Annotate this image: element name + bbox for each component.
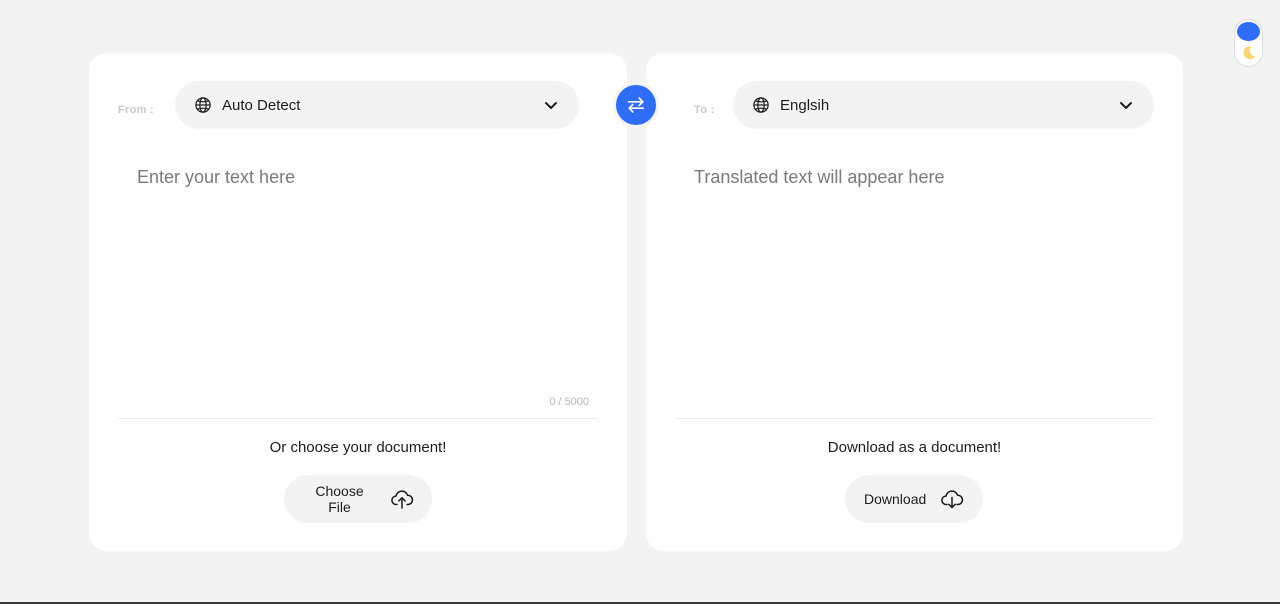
moon-icon xyxy=(1240,44,1258,62)
to-label: To : xyxy=(694,104,715,116)
swap-languages-button[interactable] xyxy=(616,85,656,125)
toggle-knob xyxy=(1237,22,1260,41)
divider xyxy=(675,418,1154,419)
chevron-down-icon xyxy=(543,97,559,113)
cloud-download-icon xyxy=(940,487,964,511)
character-counter: 0 / 5000 xyxy=(549,396,589,408)
target-panel: To : Englsih Download as a document! Dow… xyxy=(646,53,1183,551)
from-label: From : xyxy=(118,104,155,116)
translated-text-output[interactable] xyxy=(674,157,1154,387)
choose-file-button[interactable]: Choose File xyxy=(284,475,432,523)
chevron-down-icon xyxy=(1118,97,1134,113)
swap-arrows-icon xyxy=(625,94,647,116)
divider xyxy=(118,418,598,419)
source-text-input[interactable] xyxy=(117,157,597,387)
source-panel: From : Auto Detect 0 / 5000 Or choose yo… xyxy=(89,53,627,551)
globe-icon xyxy=(194,96,212,114)
source-language-value: Auto Detect xyxy=(222,96,301,114)
target-language-value: Englsih xyxy=(780,96,830,114)
globe-icon xyxy=(752,96,770,114)
theme-toggle[interactable] xyxy=(1234,19,1263,67)
download-document-label: Download as a document! xyxy=(827,439,1002,456)
download-button[interactable]: Download xyxy=(845,475,983,523)
target-language-select[interactable]: Englsih xyxy=(733,81,1154,129)
choose-document-label: Or choose your document! xyxy=(269,439,447,456)
download-label: Download xyxy=(864,491,927,507)
choose-file-label: Choose File xyxy=(315,483,364,515)
source-language-select[interactable]: Auto Detect xyxy=(175,81,579,129)
cloud-upload-icon xyxy=(390,487,414,511)
